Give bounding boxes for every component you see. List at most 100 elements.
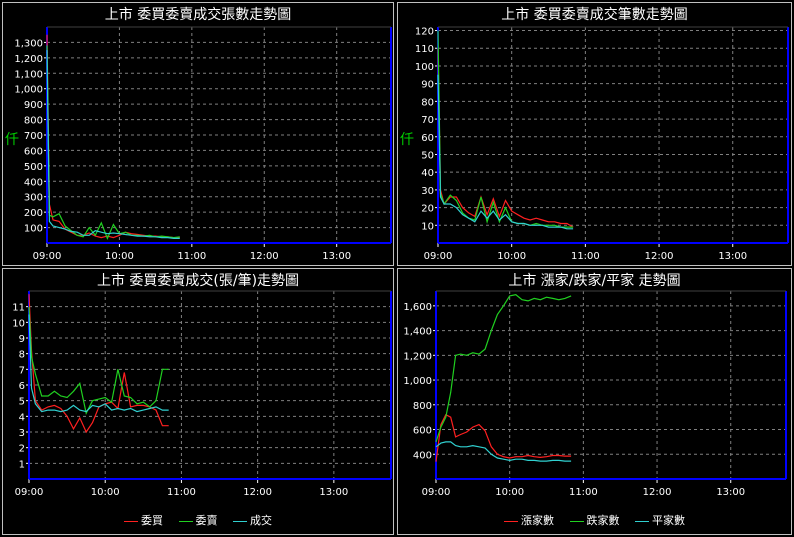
legend-item: 平家數 (635, 512, 685, 528)
x-tick-label: 10:00 (105, 251, 134, 262)
x-tick-label: 12:00 (243, 487, 272, 498)
y-tick-label: 600 (413, 426, 432, 437)
y-tick-label: 40 (421, 168, 434, 179)
y-tick-label: 9 (19, 334, 25, 345)
y-tick-label: 2 (19, 444, 25, 455)
y-tick-label: 1,000 (14, 85, 43, 96)
y-tick-label: 1,400 (403, 327, 432, 338)
y-tick-label: 800 (413, 401, 432, 412)
x-tick-label: 11:00 (571, 251, 600, 262)
y-tick-label: 1 (19, 459, 25, 470)
y-tick-label: 8 (19, 350, 25, 361)
chart-svg: 1 2 3 4 5 6 7 8 9 10 11 09:00 10:00 11:00 12:00 13:00 (12, 290, 392, 498)
y-tick-label: 90 (421, 80, 434, 91)
chart-legend: 委買 委賣 成交 (3, 512, 393, 528)
legend-swatch (233, 520, 247, 522)
legend-label: 委買 (141, 514, 163, 527)
series-line-cyan (437, 74, 574, 230)
chart-svg: 100 200 300 400 500 600 700 800 900 1,000 1,100 1,2… (14, 26, 392, 262)
y-tick-label: 1,000 (403, 376, 432, 387)
y-tick-label: 3 (19, 428, 25, 439)
y-tick-label: 60 (421, 133, 434, 144)
panel-tick-volume: 上市 委買委賣成交張數走勢圖 仟 100 200 300 400 500 600 700 80… (2, 2, 394, 266)
legend-item: 成交 (233, 512, 272, 528)
legend-item: 委買 (124, 512, 163, 528)
y-tick-label: 400 (24, 177, 43, 188)
chart-legend: 漲家數 跌家數 平家數 (398, 512, 791, 528)
legend-label: 平家數 (652, 514, 685, 527)
series-line-red (28, 294, 169, 434)
y-tick-label: 1,100 (14, 69, 43, 80)
x-tick-label: 10:00 (497, 251, 526, 262)
x-tick-label: 11:00 (167, 487, 196, 498)
legend-item: 跌家數 (569, 512, 620, 528)
x-tick-label: 09:00 (424, 251, 453, 262)
legend-swatch (569, 520, 584, 522)
x-tick-label: 09:00 (422, 487, 451, 498)
legend-item: 委賣 (178, 512, 218, 528)
y-tick-label: 300 (24, 193, 43, 204)
y-tick-label: 4 (19, 412, 25, 423)
y-tick-label: 700 (24, 131, 43, 142)
x-tick-label: 12:00 (645, 251, 674, 262)
x-tick-label: 13:00 (319, 487, 348, 498)
legend-label: 委賣 (195, 514, 218, 527)
x-tick-label: 11:00 (177, 251, 206, 262)
x-tick-label: 10:00 (91, 487, 120, 498)
y-tick-label: 20 (421, 204, 434, 215)
y-tick-label: 800 (24, 116, 43, 127)
y-tick-label: 1,600 (403, 302, 432, 313)
y-tick-label: 10 (421, 221, 434, 232)
y-tick-label: 400 (413, 450, 432, 461)
series-line-cyan (435, 441, 572, 462)
series-line-cyan (46, 50, 180, 239)
x-tick-label: 09:00 (15, 487, 44, 498)
x-tick-label: 10:00 (495, 487, 524, 498)
y-tick-label: 11 (12, 303, 25, 314)
x-tick-label: 12:00 (643, 487, 672, 498)
y-tick-label: 900 (24, 100, 43, 111)
y-tick-label: 80 (421, 97, 434, 108)
y-tick-label: 100 (415, 62, 434, 73)
y-tick-label: 120 (415, 27, 434, 38)
series-line-green (435, 294, 572, 443)
chart-svg: 400 600 800 1,000 1,200 1,400 1,600 09:00 10:00 1… (403, 290, 787, 498)
legend-swatch (178, 520, 193, 522)
legend-label: 成交 (250, 514, 272, 527)
series-line-red (437, 48, 574, 228)
panel-ratio: 上市 委買委賣成交(張/筆)走勢圖 1 2 3 4 5 6 7 8 9 10 11 09:00 10:0… (2, 268, 394, 535)
y-tick-label: 110 (415, 44, 434, 55)
y-tick-label: 6 (19, 381, 25, 392)
legend-item: 漲家數 (504, 512, 554, 528)
y-tick-label: 10 (12, 318, 25, 329)
y-tick-label: 100 (24, 224, 43, 235)
x-tick-label: 13:00 (718, 251, 747, 262)
x-tick-label: 12:00 (250, 251, 279, 262)
panel-tick-count: 上市 委買委賣成交筆數走勢圖 仟 10 20 30 40 50 60 70 80 90 100 11… (397, 2, 792, 266)
legend-swatch (635, 520, 649, 522)
legend-swatch (124, 520, 138, 522)
chart-svg: 10 20 30 40 50 60 70 80 90 100 110 120 09:00 10:00 11:… (415, 26, 789, 262)
y-tick-label: 30 (421, 186, 434, 197)
y-tick-label: 7 (19, 365, 25, 376)
y-tick-label: 600 (24, 146, 43, 157)
series-line-green (437, 30, 574, 228)
series-line-red (46, 34, 180, 239)
panel-advance-decline: 上市 漲家/跌家/平家 走勢圖 400 600 800 1,000 1,200 1,400… (397, 268, 792, 535)
y-tick-label: 5 (19, 397, 25, 408)
x-tick-label: 13:00 (716, 487, 745, 498)
legend-label: 漲家數 (521, 514, 554, 527)
legend-label: 跌家數 (586, 514, 620, 527)
series-line-cyan (28, 314, 169, 413)
y-tick-label: 1,200 (14, 54, 43, 65)
x-tick-label: 11:00 (569, 487, 598, 498)
x-tick-label: 09:00 (33, 251, 62, 262)
series-line-green (46, 45, 180, 240)
y-tick-label: 1,200 (403, 351, 432, 362)
y-tick-label: 500 (24, 162, 43, 173)
y-tick-label: 50 (421, 150, 434, 161)
y-tick-label: 1,300 (14, 38, 43, 49)
y-tick-label: 70 (421, 115, 434, 126)
x-tick-label: 13:00 (322, 251, 351, 262)
y-tick-label: 200 (24, 208, 43, 219)
